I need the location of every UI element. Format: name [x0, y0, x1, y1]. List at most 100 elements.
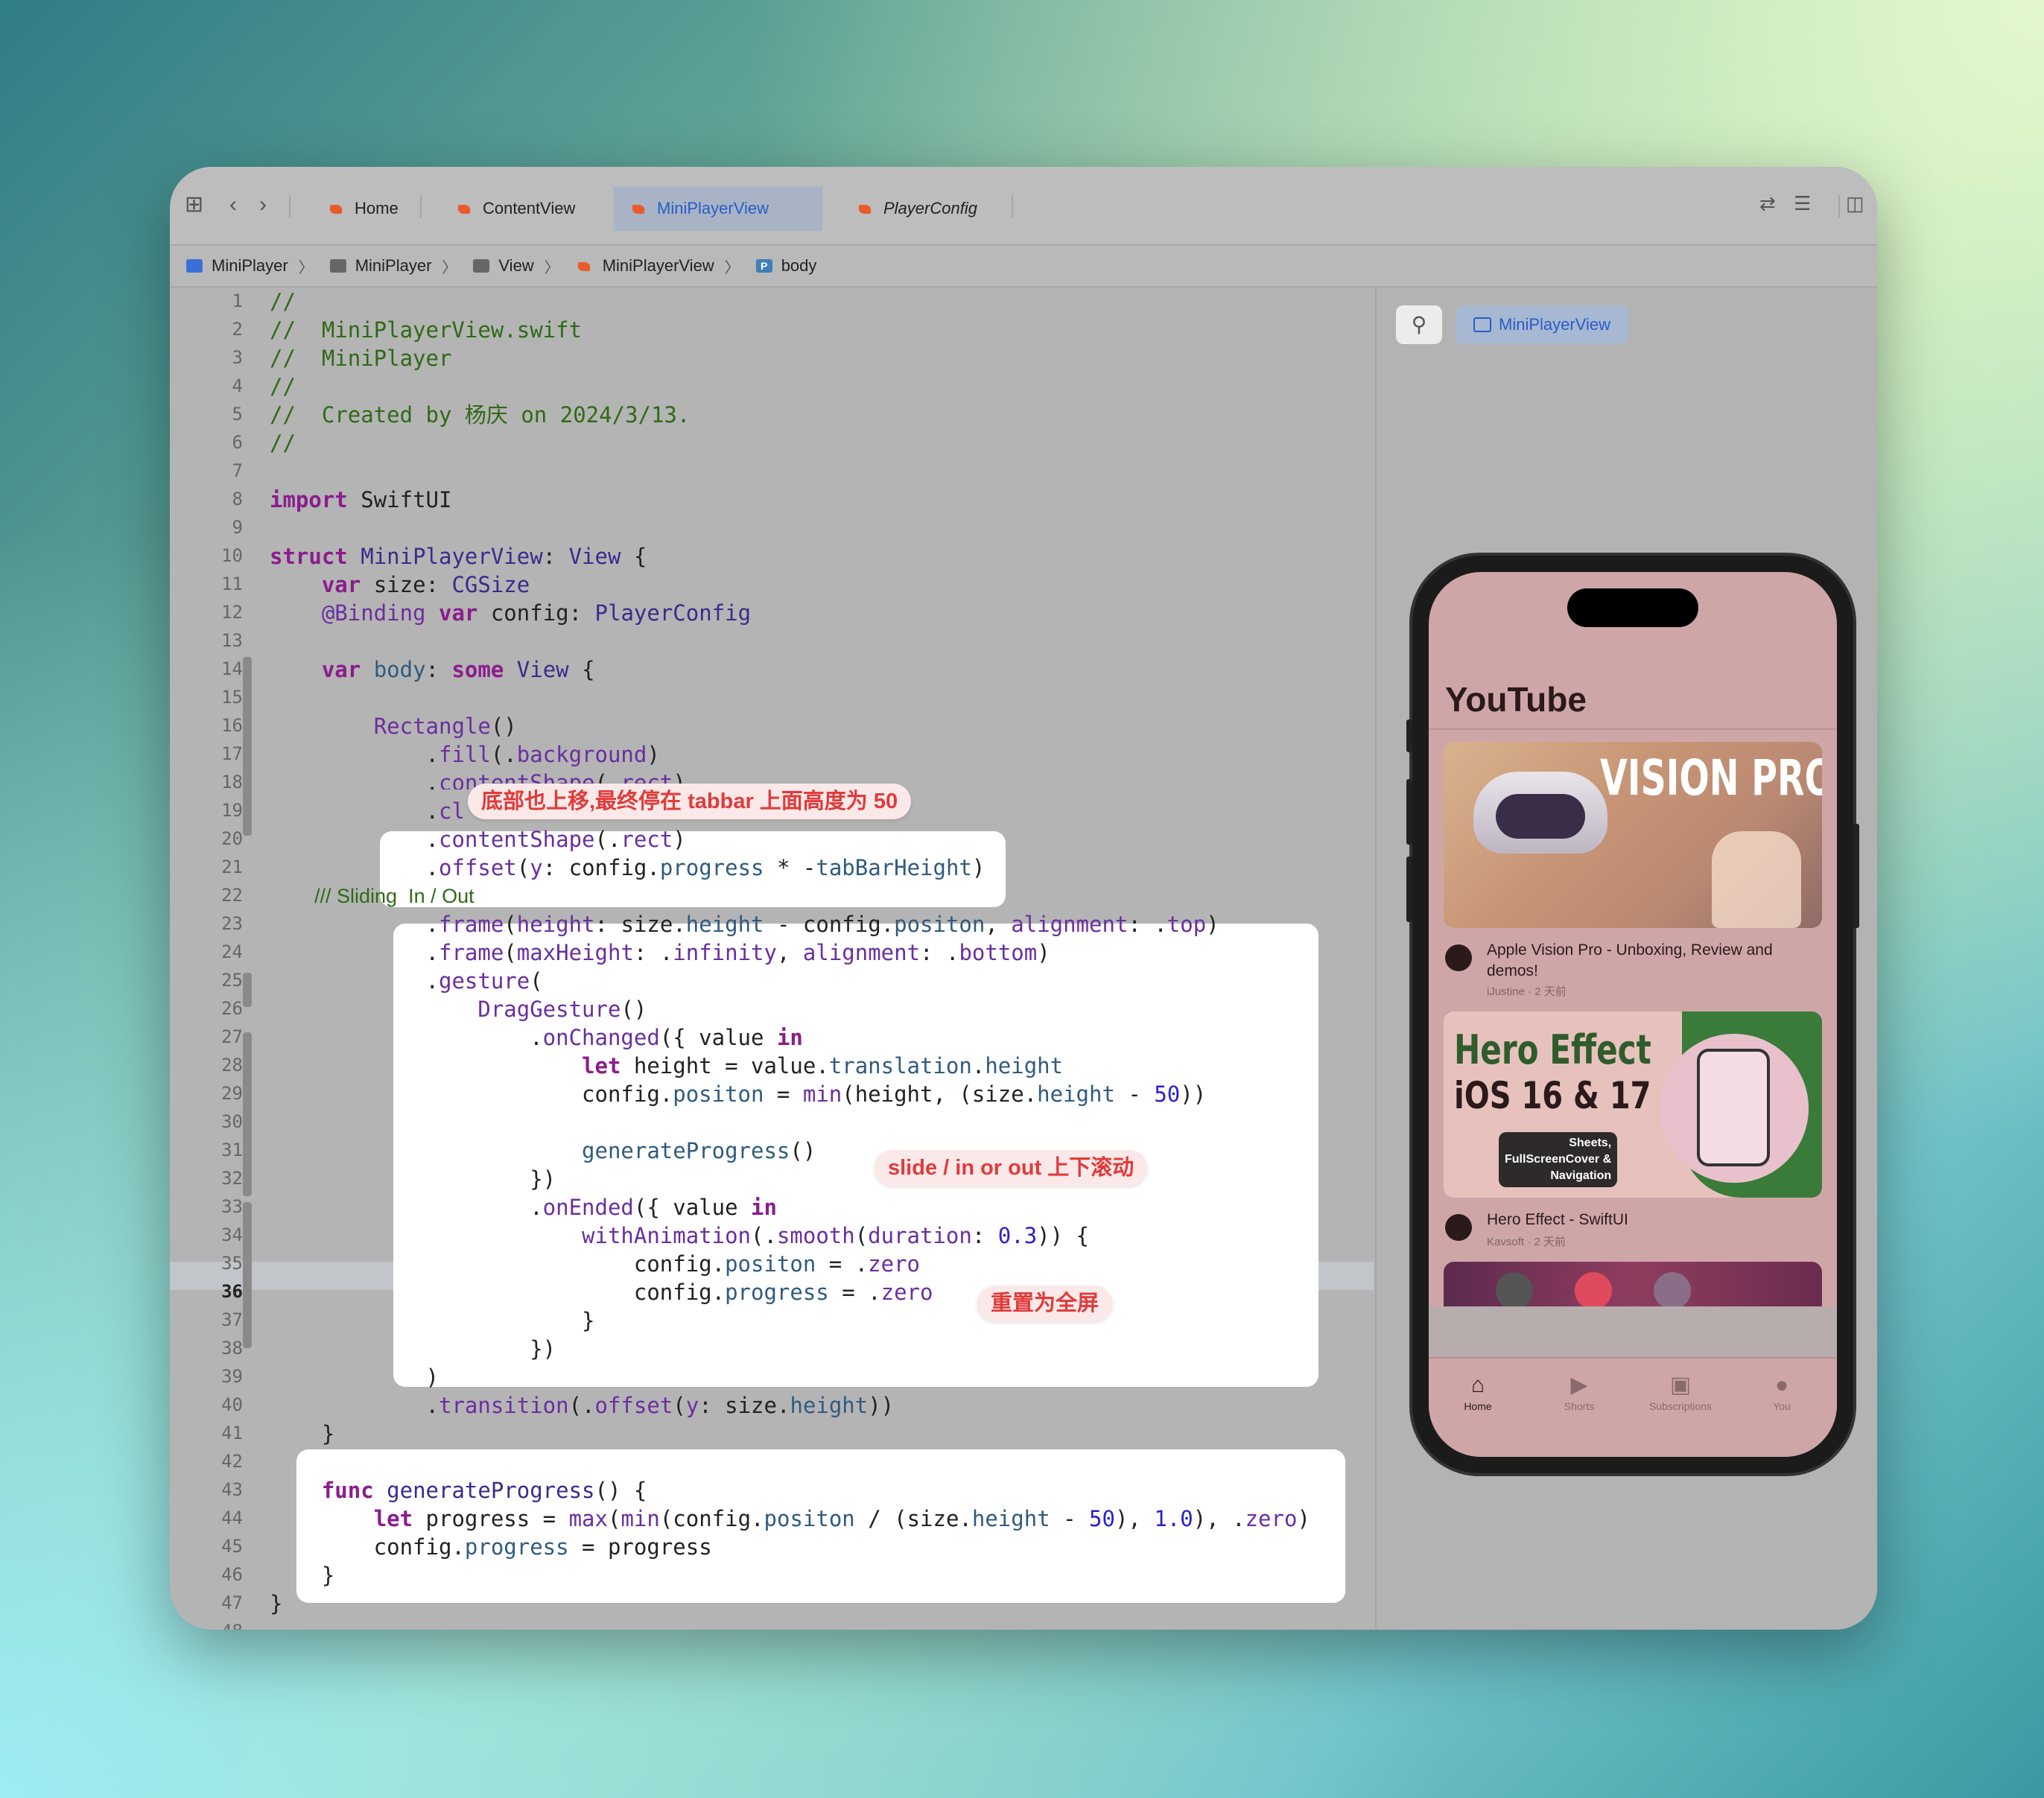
line-number: 24	[221, 941, 243, 962]
line-number: 40	[221, 1394, 243, 1415]
folder-icon	[329, 259, 346, 273]
side-button	[1406, 779, 1412, 845]
line-number: 4	[232, 375, 243, 396]
tab-home[interactable]: ⌂ Home	[1441, 1372, 1515, 1412]
line-number: 44	[221, 1508, 243, 1528]
line-number: 6	[232, 432, 243, 453]
tab-contentview[interactable]: ContentView	[439, 186, 591, 231]
swap-icon[interactable]: ⇄	[1759, 194, 1776, 213]
preview-canvas: ⚲ MiniPlayerView YouTube VISION PRO Appl…	[1375, 288, 1877, 1630]
line-number: 46	[221, 1564, 243, 1585]
code-line: let progress = max(min(config.positon / …	[373, 1506, 1310, 1531]
line-number: 15	[221, 687, 243, 708]
annotation-slide: slide / in or out 上下滚动	[875, 1150, 1148, 1186]
line-number: 20	[221, 828, 243, 849]
tab-shorts[interactable]: ▶ Shorts	[1542, 1372, 1616, 1412]
avatar[interactable]	[1445, 1214, 1472, 1241]
code-line: .transition(.offset(y: size.height))	[270, 1393, 895, 1418]
line-number: 14	[221, 658, 243, 679]
code-line: // MiniPlayerView.swift	[270, 317, 583, 343]
forward-icon[interactable]: ›	[259, 194, 267, 216]
line-number: 43	[221, 1479, 243, 1500]
grid-icon[interactable]: ⊞	[185, 194, 203, 216]
change-markers	[243, 288, 252, 1630]
line-number: 38	[221, 1338, 243, 1359]
code-line: .frame(maxHeight: .infinity, alignment: …	[270, 940, 1050, 965]
preview-selector-button[interactable]: MiniPlayerView	[1456, 305, 1628, 344]
avatar[interactable]	[1445, 944, 1472, 971]
line-number: 27	[221, 1026, 243, 1047]
app-icon	[186, 259, 203, 273]
video-thumbnail[interactable]: Hero Effect iOS 16 & 17 Sheets, FullScre…	[1444, 1011, 1822, 1198]
code-line: withAnimation(.smooth(duration: 0.3)) {	[582, 1223, 1090, 1248]
line-number: 36	[221, 1281, 243, 1302]
tab-you[interactable]: ● You	[1745, 1372, 1819, 1412]
line-number: 1	[232, 290, 243, 311]
line-number: 31	[221, 1140, 243, 1160]
line-number: 2	[232, 319, 243, 340]
code-line: .onEnded({ value in	[270, 1195, 777, 1220]
breadcrumb-project[interactable]: MiniPlayer 〉	[186, 255, 314, 277]
app-title: YouTube	[1445, 680, 1587, 719]
line-number: 47	[221, 1592, 243, 1613]
breadcrumb-folder[interactable]: MiniPlayer 〉	[329, 255, 457, 277]
annotation-tabbar: 底部也上移,最终停在 tabbar 上面高度为 50	[468, 784, 912, 819]
folder-icon	[473, 259, 490, 273]
breadcrumb-view-folder[interactable]: View 〉	[473, 255, 559, 277]
line-number: 3	[232, 347, 243, 368]
line-number: 18	[221, 772, 243, 792]
tab-miniplayerview[interactable]: MiniPlayerView	[614, 186, 822, 231]
code-line: }	[270, 1563, 335, 1588]
line-number: 19	[221, 800, 243, 821]
code-line: .fill(.background)	[270, 742, 660, 767]
line-number: 42	[221, 1451, 243, 1472]
code-line: // MiniPlayer	[270, 346, 452, 371]
home-icon: ⌂	[1470, 1373, 1485, 1397]
phone-graphic	[1697, 1049, 1770, 1166]
pin-icon[interactable]: ⚲	[1396, 305, 1442, 344]
breadcrumb-file[interactable]: MiniPlayerView 〉	[576, 255, 740, 277]
side-button	[1406, 719, 1412, 752]
music-icon	[1575, 1272, 1612, 1306]
line-number: 29	[221, 1083, 243, 1104]
thumbnail-text-subtitle: iOS 16 & 17	[1454, 1074, 1651, 1117]
tab-home[interactable]: Home	[311, 186, 415, 231]
video-thumbnail[interactable]	[1444, 1262, 1822, 1306]
video-title[interactable]: Apple Vision Pro - Unboxing, Review and …	[1487, 940, 1822, 982]
breadcrumb-symbol[interactable]: P body	[755, 256, 816, 276]
line-number: 41	[221, 1423, 243, 1443]
line-number: 28	[221, 1055, 243, 1076]
iphone-preview: YouTube VISION PRO Apple Vision Pro - Un…	[1406, 556, 1859, 1473]
line-number: 10	[221, 545, 243, 566]
swift-file-icon	[456, 200, 472, 217]
hand-graphic	[1712, 831, 1801, 928]
mini-player-area[interactable]	[1429, 1306, 1837, 1357]
line-number: 13	[221, 630, 243, 651]
line-number: 25	[221, 970, 243, 991]
code-line: }	[270, 1308, 595, 1333]
code-line: let height = value.translation.height	[582, 1053, 1064, 1079]
shorts-icon: ▶	[1570, 1373, 1588, 1397]
back-icon[interactable]: ‹	[229, 194, 237, 216]
line-number: 12	[221, 602, 243, 623]
code-editor[interactable]: 1 2 3 4 5 6 7 8 9 10 11 12 13 14 15 16 17 18 19 20 21 22 23 24 2…	[170, 288, 1374, 1630]
annotation-reset: 重置为全屏	[977, 1286, 1113, 1321]
code-line: var body: some View {	[321, 657, 595, 682]
video-title[interactable]: Hero Effect - SwiftUI	[1487, 1210, 1822, 1230]
thumbnail-text: VISION PRO	[1600, 749, 1822, 807]
inspector-icon[interactable]: ☰	[1794, 194, 1811, 213]
code-line: }	[270, 1421, 335, 1446]
xcode-window: ⊞ ‹ › Home ContentView MiniPlayerView Pl…	[170, 167, 1877, 1630]
code-line: struct MiniPlayerView: View {	[270, 544, 647, 569]
line-number: 11	[221, 574, 243, 594]
code-line: //	[270, 431, 296, 456]
code-line: func generateProgress() {	[321, 1478, 647, 1503]
swift-file-icon	[630, 200, 647, 217]
video-thumbnail[interactable]: VISION PRO	[1444, 742, 1822, 928]
line-number: 45	[221, 1536, 243, 1557]
split-editor-icon[interactable]: ◫	[1846, 194, 1864, 213]
tab-subscriptions[interactable]: ▣ Subscriptions	[1643, 1372, 1718, 1412]
tab-playerconfig[interactable]: PlayerConfig	[840, 186, 994, 231]
code-line: .gesture(	[270, 968, 543, 994]
app-icon	[1654, 1272, 1691, 1306]
